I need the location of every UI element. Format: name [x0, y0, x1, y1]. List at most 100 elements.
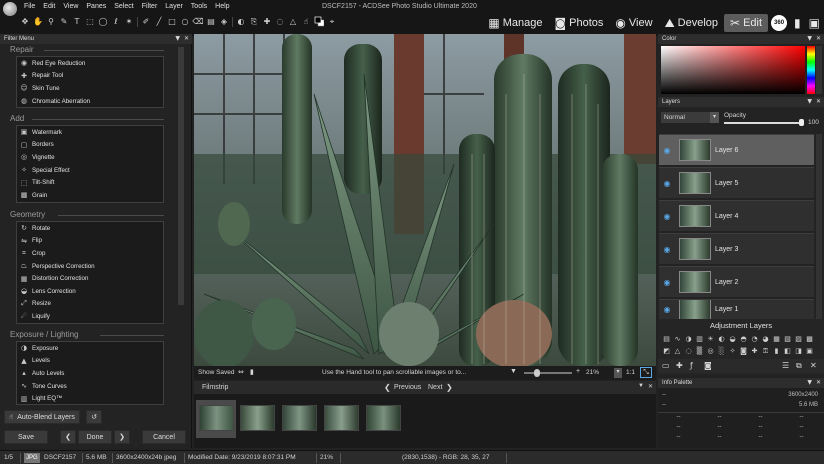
- filter-grain[interactable]: ▩ Grain: [17, 189, 163, 202]
- pin-icon[interactable]: ▼: [175, 34, 180, 44]
- filter-light-eq[interactable]: ▥ Light EQ™: [17, 392, 163, 404]
- mode-develop[interactable]: ⛰ Develop: [659, 14, 724, 32]
- hand-tool-icon[interactable]: ✋: [33, 17, 43, 27]
- color-picker-field[interactable]: [661, 46, 805, 94]
- layer-row[interactable]: ◉ Layer 5: [659, 167, 814, 198]
- done-button[interactable]: Done: [78, 430, 112, 444]
- mode-view[interactable]: ◉ View: [609, 14, 658, 32]
- white-balance-adj-icon[interactable]: ◐: [716, 333, 727, 345]
- mode-photos[interactable]: ◙ Photos: [549, 14, 610, 32]
- layer-row[interactable]: ◉ Layer 3: [659, 233, 814, 264]
- vibrance-adj-icon[interactable]: ◔: [749, 333, 760, 345]
- opacity-slider-thumb[interactable]: [799, 119, 804, 126]
- lock-adj-icon[interactable]: ⚿: [760, 345, 771, 357]
- show-saved-button[interactable]: Show Saved: [198, 369, 235, 376]
- mode-360[interactable]: 360: [771, 15, 788, 31]
- filter-scrollbar[interactable]: [178, 47, 184, 305]
- previous-button[interactable]: ❮: [60, 430, 76, 444]
- mask-adj-icon[interactable]: ◙: [738, 345, 749, 357]
- compare-icon[interactable]: ⇔: [238, 368, 244, 376]
- delete-icon[interactable]: ✕: [810, 361, 817, 370]
- filter-vignette[interactable]: ◎ Vignette: [17, 151, 163, 164]
- filter-exposure[interactable]: ◑ Exposure: [17, 342, 163, 355]
- line-tool-icon[interactable]: ╱: [154, 17, 164, 27]
- blur-adj-icon[interactable]: ◌: [683, 345, 694, 357]
- vignette-adj-icon[interactable]: ◎: [705, 345, 716, 357]
- curves-adj-icon[interactable]: ∿: [672, 333, 683, 345]
- eye-icon[interactable]: ◉: [659, 305, 675, 314]
- close-icon[interactable]: ✕: [648, 383, 653, 390]
- cross-adj-icon[interactable]: ✚: [749, 345, 760, 357]
- filmstrip-thumb[interactable]: [240, 405, 275, 431]
- hue-adj-icon[interactable]: ◓: [738, 333, 749, 345]
- noise-adj-icon[interactable]: ▒: [694, 345, 705, 357]
- menu-select[interactable]: Select: [110, 2, 137, 12]
- pin-icon[interactable]: ▼: [807, 378, 812, 388]
- pin-icon[interactable]: ▼: [807, 97, 812, 107]
- rect-select-icon[interactable]: ⬚: [85, 17, 95, 27]
- save-button[interactable]: Save: [4, 430, 48, 444]
- eye-icon[interactable]: ◉: [659, 179, 675, 188]
- histogram-icon[interactable]: ▮: [250, 368, 254, 376]
- close-icon[interactable]: ✕: [816, 34, 821, 44]
- invert-adj-icon[interactable]: ▨: [793, 333, 804, 345]
- zoom-slider-thumb[interactable]: [534, 369, 540, 377]
- filter-flip[interactable]: ⇋ Flip: [17, 235, 163, 248]
- color-picker-icon[interactable]: ✎: [59, 17, 69, 27]
- eye-icon[interactable]: ◉: [659, 278, 675, 287]
- filmstrip-previous[interactable]: Previous: [394, 384, 421, 391]
- menu-view[interactable]: View: [59, 2, 82, 12]
- image-canvas[interactable]: [194, 34, 656, 368]
- menu-file[interactable]: File: [20, 2, 39, 12]
- dashboard-button[interactable]: ▮: [790, 14, 805, 32]
- brightness-adj-icon[interactable]: ☀: [705, 333, 716, 345]
- pin-icon[interactable]: ▼: [807, 34, 812, 44]
- zoom-dropdown-icon[interactable]: ▾: [614, 368, 622, 378]
- close-icon[interactable]: ✕: [816, 97, 821, 107]
- layer-mask-icon[interactable]: ◙: [704, 361, 712, 370]
- filter-watermark[interactable]: ▣ Watermark: [17, 126, 163, 139]
- move-tool-icon[interactable]: ✥: [20, 17, 30, 27]
- add-layer-icon[interactable]: ✚: [676, 361, 683, 370]
- fit-image-icon[interactable]: ⤡: [640, 367, 652, 378]
- tone-adj-icon[interactable]: ▮: [771, 345, 782, 357]
- effect-adj-icon[interactable]: ✧: [727, 345, 738, 357]
- zoom-in-icon[interactable]: +: [576, 368, 580, 375]
- zoom-tool-icon[interactable]: ⚲: [46, 17, 56, 27]
- menu-tools[interactable]: Tools: [187, 2, 211, 12]
- grain-adj-icon[interactable]: ░: [716, 345, 727, 357]
- layer-row[interactable]: ◉ Layer 1: [659, 299, 814, 319]
- chevron-left-icon[interactable]: ❮: [384, 383, 391, 392]
- threshold-adj-icon[interactable]: ▧: [782, 333, 793, 345]
- filmstrip-next[interactable]: Next: [428, 384, 442, 391]
- menu-layer[interactable]: Layer: [161, 2, 187, 12]
- filter-chromatic-aberration[interactable]: ◍ Chromatic Aberration: [17, 95, 163, 108]
- eye-icon[interactable]: ◉: [659, 212, 675, 221]
- filter-distortion[interactable]: ▦ Distortion Correction: [17, 272, 163, 285]
- color-swatch-icon[interactable]: [314, 16, 324, 27]
- filmstrip-thumb[interactable]: [366, 405, 401, 431]
- duplicate-icon[interactable]: ⧉: [796, 361, 802, 371]
- rectangle-tool-icon[interactable]: □: [167, 17, 177, 27]
- gradient-adj-icon[interactable]: ◩: [661, 345, 672, 357]
- bw-adj-icon[interactable]: ▦: [771, 333, 782, 345]
- posterize-adj-icon[interactable]: ▩: [804, 333, 815, 345]
- dehaze-adj-icon[interactable]: ▣: [804, 345, 815, 357]
- eye-icon[interactable]: ◉: [659, 146, 675, 155]
- menu-help[interactable]: Help: [211, 2, 233, 12]
- chevron-down-icon[interactable]: ▾: [710, 112, 719, 123]
- exposure-adj-icon[interactable]: ◑: [683, 333, 694, 345]
- next-button[interactable]: ❯: [114, 430, 130, 444]
- layer-row[interactable]: ◉ Layer 2: [659, 266, 814, 297]
- heal-tool-icon[interactable]: ✚: [262, 17, 272, 27]
- gradient-tool-icon[interactable]: ▤: [206, 17, 216, 27]
- color-scrollbar[interactable]: [816, 46, 822, 94]
- lasso-icon[interactable]: ℓ: [111, 17, 121, 27]
- zoom-slider[interactable]: [524, 372, 572, 374]
- filter-resize[interactable]: ⤢ Resize: [17, 298, 163, 311]
- filter-levels[interactable]: ▲ Levels: [17, 355, 163, 368]
- filter-tilt-shift[interactable]: ⬚ Tilt-Shift: [17, 176, 163, 189]
- new-layer-icon[interactable]: ▭: [662, 361, 670, 370]
- filter-auto-levels[interactable]: ▴ Auto Levels: [17, 367, 163, 380]
- auto-blend-layers-button[interactable]: ☝ Auto-Blend Layers: [4, 410, 80, 424]
